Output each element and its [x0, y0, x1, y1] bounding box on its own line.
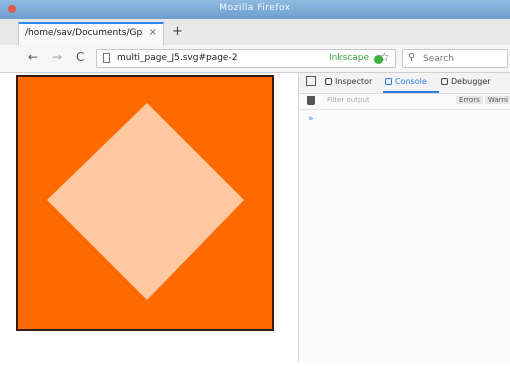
tab-strip: /home/sav/Documents/Gpx × +: [0, 19, 510, 46]
title-bar: Mozilla Firefox: [0, 0, 510, 19]
tab-active[interactable]: /home/sav/Documents/Gpx ×: [18, 22, 164, 45]
navigation-bar: ← → C multi_page_J5.svg#page-2 Inkscape …: [0, 45, 510, 73]
search-placeholder: Search: [423, 54, 454, 64]
debugger-icon: [441, 78, 448, 85]
forward-button[interactable]: →: [52, 50, 62, 64]
url-bar[interactable]: multi_page_J5.svg#page-2 Inkscape: [96, 49, 396, 68]
reload-button[interactable]: C: [76, 50, 84, 64]
inkscape-badge: Inkscape: [329, 53, 369, 63]
errors-toggle[interactable]: Errors: [456, 96, 483, 104]
trash-icon[interactable]: [307, 96, 315, 105]
tab-console[interactable]: Console: [385, 77, 427, 86]
console-prompt-icon[interactable]: »: [308, 114, 314, 124]
window-title: Mozilla Firefox: [219, 3, 291, 13]
console-icon: [385, 78, 392, 85]
inspector-icon: [325, 78, 332, 85]
warnings-toggle[interactable]: Warni: [485, 96, 510, 104]
search-icon: ⚲: [408, 52, 416, 63]
document-icon: [103, 53, 110, 63]
devtools-toolbar: Inspector Console Debugger: [299, 73, 510, 94]
tab-label: /home/sav/Documents/Gpx: [25, 28, 143, 38]
filter-input[interactable]: Filter output: [327, 96, 370, 104]
url-text: multi_page_J5.svg#page-2: [117, 53, 238, 63]
console-filter-bar: Filter output Errors Warni: [299, 93, 510, 110]
back-button[interactable]: ←: [28, 50, 38, 64]
svg-canvas: [16, 75, 274, 331]
new-tab-button[interactable]: +: [172, 24, 183, 39]
star-icon[interactable]: ☆: [379, 50, 390, 64]
search-input[interactable]: ⚲ Search: [402, 49, 508, 68]
page-content: [0, 73, 298, 362]
picker-icon[interactable]: [306, 76, 316, 86]
tab-inspector[interactable]: Inspector: [325, 77, 372, 86]
devtools-panel: Inspector Console Debugger Filter output…: [299, 73, 510, 362]
tab-close-icon[interactable]: ×: [149, 27, 157, 38]
tab-debugger[interactable]: Debugger: [441, 77, 491, 86]
